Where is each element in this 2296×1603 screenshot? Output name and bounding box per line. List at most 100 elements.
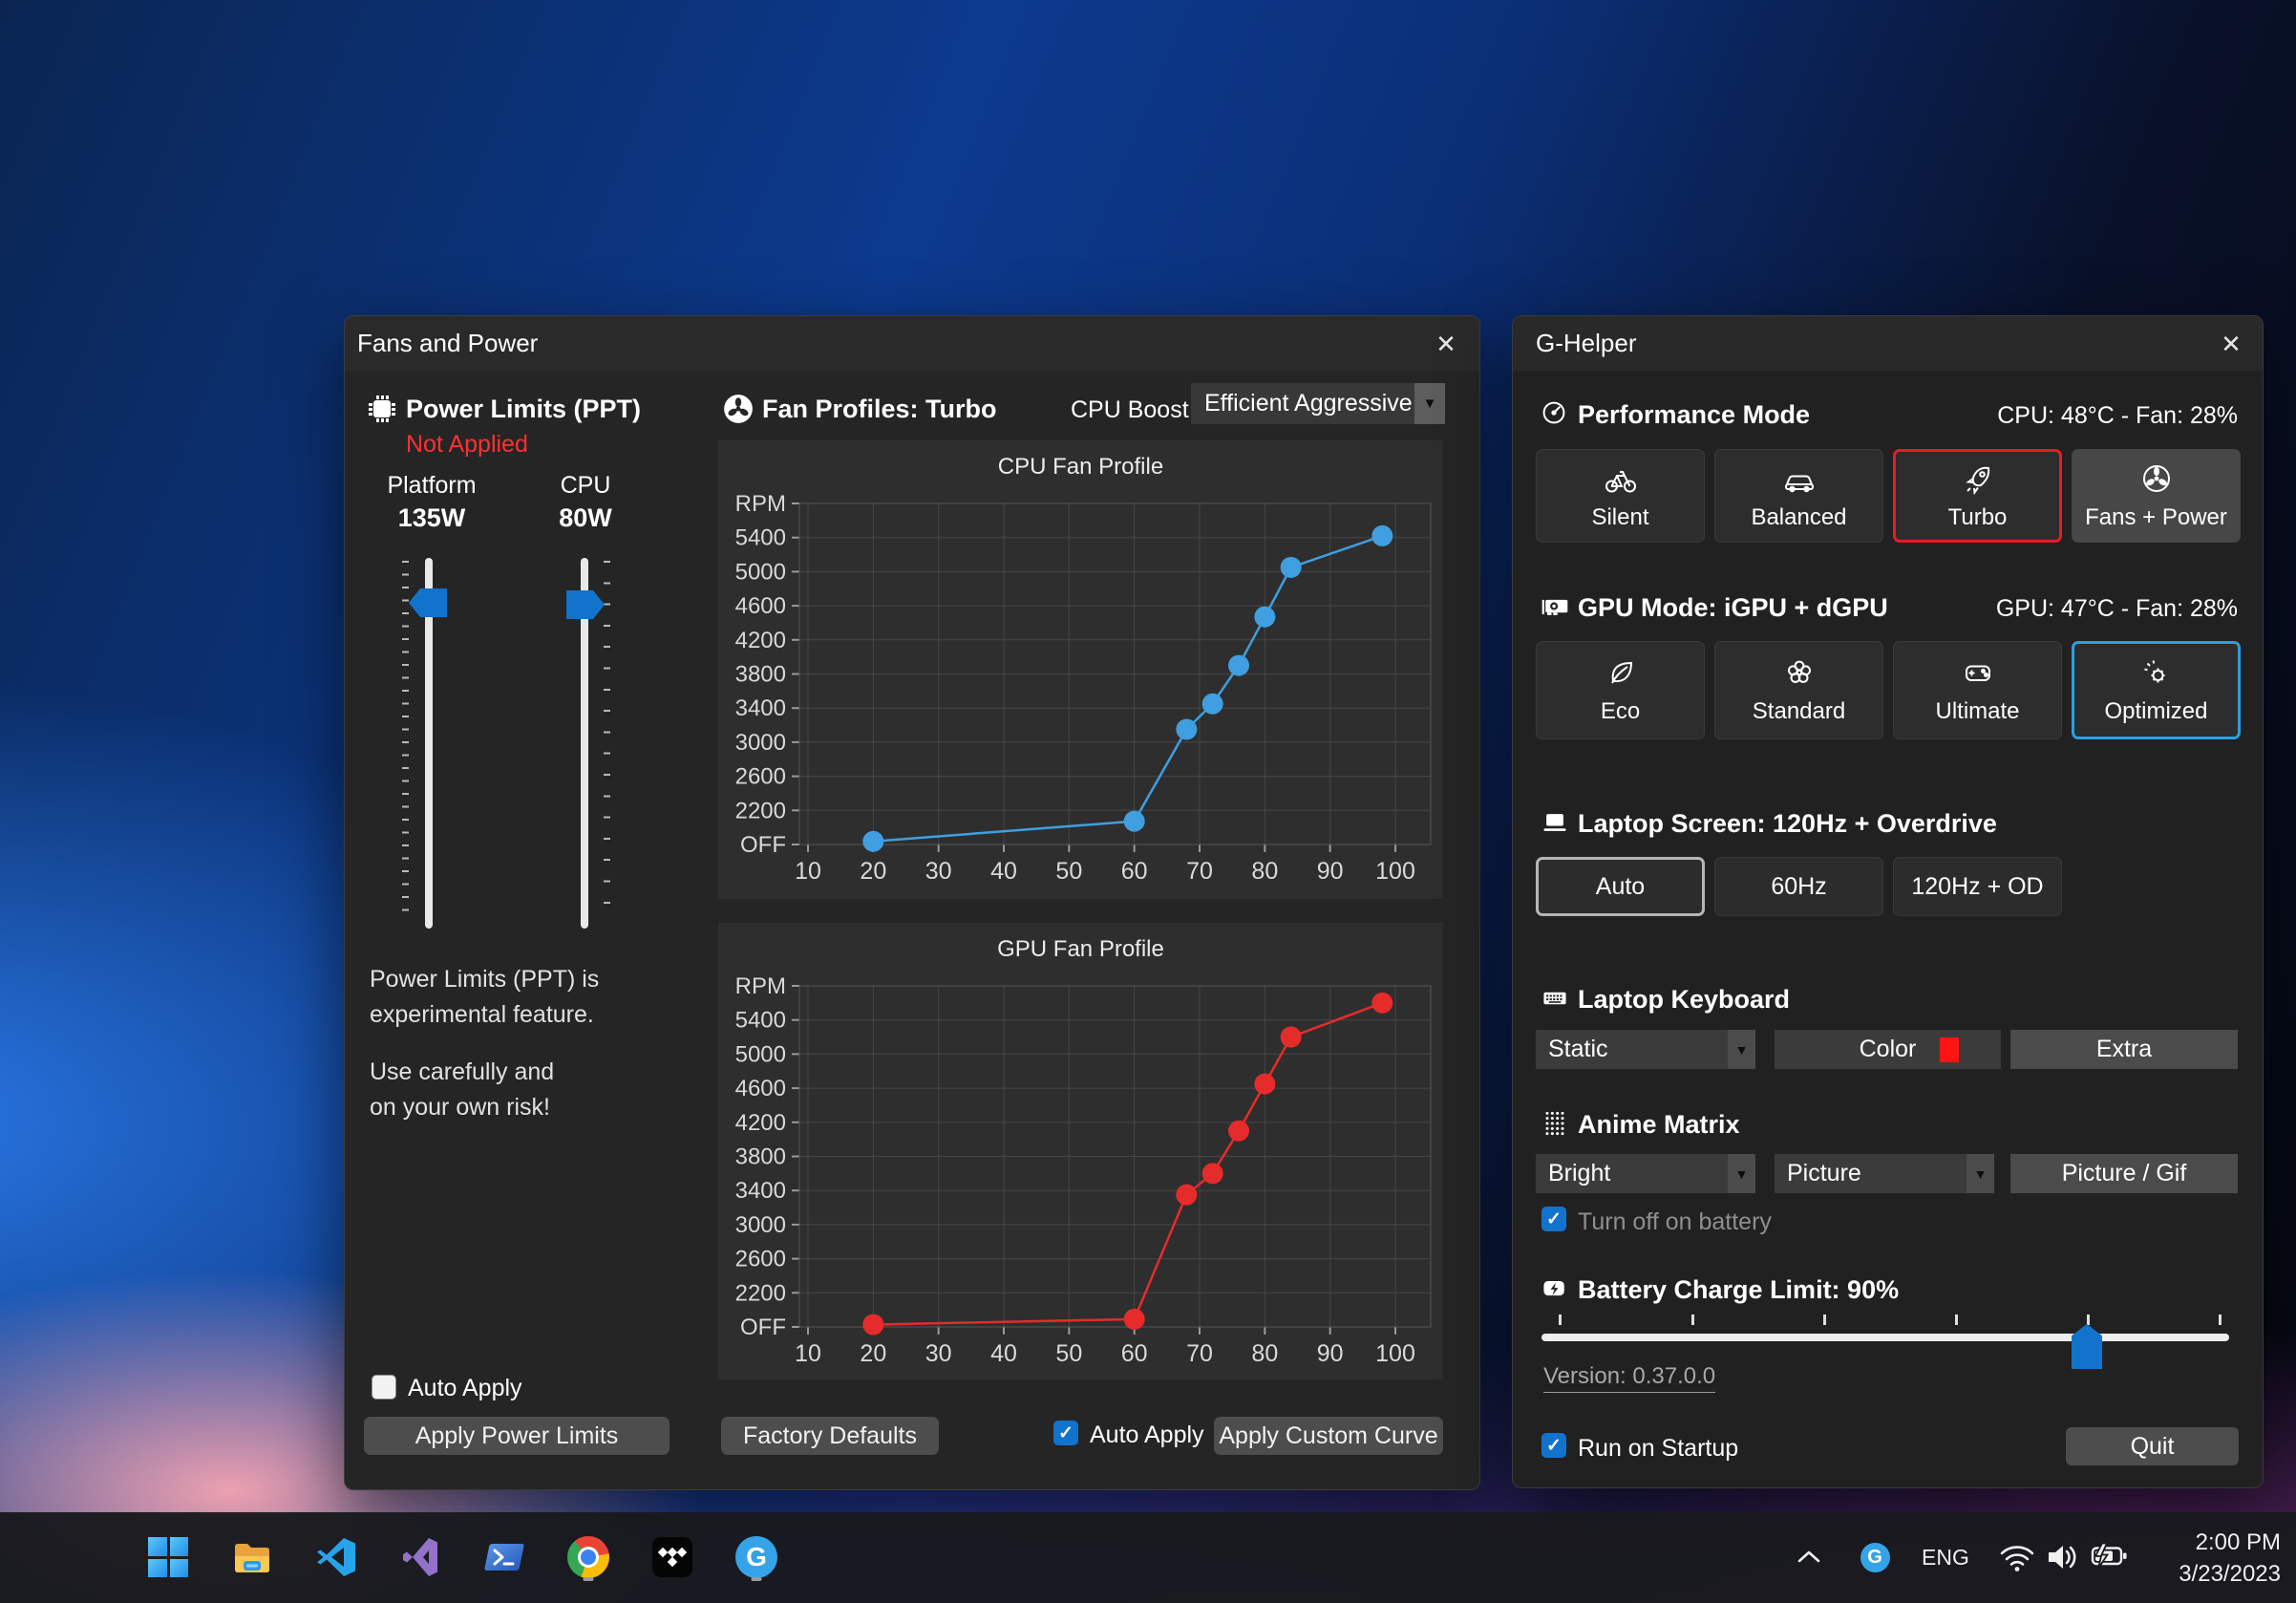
running-indicator [584, 1577, 594, 1581]
platform-slider-thumb[interactable] [409, 588, 447, 617]
laptop-screen-heading: Laptop Screen: 120Hz + Overdrive [1578, 809, 1997, 839]
gpu-chart-title: GPU Fan Profile [718, 936, 1443, 963]
gpu-mode-eco[interactable]: Eco [1536, 641, 1705, 739]
chevron-down-icon[interactable]: ▼ [1728, 1154, 1755, 1193]
svg-text:30: 30 [925, 1340, 952, 1367]
keyboard-color-button[interactable]: Color [1775, 1030, 2001, 1069]
color-button-label: Color [1860, 1036, 1917, 1063]
svg-text:OFF: OFF [740, 1314, 786, 1340]
svg-text:3400: 3400 [735, 695, 786, 721]
svg-text:4200: 4200 [735, 628, 786, 653]
cpu-fan-chart[interactable]: 102030405060708090100OFF2200260030003400… [718, 440, 1443, 899]
tidal-icon[interactable] [644, 1528, 701, 1586]
svg-text:60: 60 [1121, 1340, 1148, 1367]
svg-text:RPM: RPM [735, 973, 786, 999]
svg-text:90: 90 [1317, 1340, 1344, 1367]
svg-text:100: 100 [1375, 858, 1415, 885]
svg-text:3800: 3800 [735, 1144, 786, 1170]
battery-slider-track[interactable] [1541, 1334, 2229, 1341]
version-link[interactable]: Version: 0.37.0.0 [1543, 1363, 1715, 1393]
mode-label: Optimized [2104, 698, 2207, 725]
picture-gif-button[interactable]: Picture / Gif [2010, 1154, 2238, 1193]
gpu-mode-ultimate[interactable]: Ultimate [1893, 641, 2062, 739]
platform-value: 135W [370, 503, 494, 533]
chrome-icon[interactable] [560, 1528, 617, 1586]
chevron-down-icon[interactable]: ▼ [1414, 383, 1445, 424]
car-icon [1782, 461, 1817, 496]
cpu-boost-label: CPU Boost [1071, 396, 1183, 424]
svg-text:50: 50 [1055, 1340, 1082, 1367]
matrix-mode-value: Picture [1775, 1154, 1966, 1193]
svg-text:5400: 5400 [735, 1008, 786, 1034]
run-on-startup-checkbox[interactable]: ✓ [1541, 1433, 1566, 1458]
power-limits-warning: Power Limits (PPT) is experimental featu… [370, 962, 599, 1125]
apply-power-limits-button[interactable]: Apply Power Limits [364, 1417, 670, 1455]
run-on-startup-label: Run on Startup [1578, 1435, 1738, 1463]
close-icon[interactable]: ✕ [2215, 328, 2247, 360]
close-icon[interactable]: ✕ [1430, 328, 1462, 360]
file-explorer-icon[interactable] [223, 1528, 281, 1586]
flower-icon [1782, 655, 1817, 690]
perf-mode-balanced[interactable]: Balanced [1714, 449, 1883, 543]
svg-text:2600: 2600 [735, 764, 786, 790]
mode-label: Eco [1601, 698, 1640, 725]
chevron-down-icon[interactable]: ▼ [1966, 1154, 1994, 1193]
svg-text:3000: 3000 [735, 730, 786, 756]
turn-off-on-battery-label: Turn off on battery [1578, 1208, 1772, 1236]
battery-charging-icon[interactable] [2087, 1532, 2131, 1582]
chevron-down-icon[interactable]: ▼ [1728, 1030, 1755, 1069]
battery-slider-thumb[interactable] [2072, 1324, 2102, 1369]
visual-studio-icon[interactable] [392, 1528, 449, 1586]
language-indicator[interactable]: ENG [1922, 1512, 1969, 1603]
volume-icon[interactable] [2041, 1532, 2085, 1582]
gpu-mode-optimized[interactable]: Optimized [2072, 641, 2241, 739]
quit-button[interactable]: Quit [2066, 1427, 2239, 1465]
gpu-mode-standard[interactable]: Standard [1714, 641, 1883, 739]
vscode-icon[interactable] [308, 1528, 365, 1586]
factory-defaults-button[interactable]: Factory Defaults [721, 1417, 939, 1455]
cpu-boost-dropdown[interactable]: Efficient Aggressive ▼ [1191, 383, 1445, 424]
perf-mode-silent[interactable]: Silent [1536, 449, 1705, 543]
start-button[interactable] [139, 1528, 197, 1586]
svg-text:3800: 3800 [735, 662, 786, 688]
auto-apply-power-checkbox[interactable] [372, 1375, 396, 1400]
svg-text:4600: 4600 [735, 593, 786, 619]
auto-apply-curve-checkbox[interactable]: ✓ [1053, 1421, 1078, 1445]
svg-text:4600: 4600 [735, 1076, 786, 1101]
keyboard-backlight-dropdown[interactable]: Static ▼ [1536, 1030, 1755, 1069]
svg-text:80: 80 [1251, 858, 1278, 885]
fans-window-titlebar[interactable]: Fans and Power [345, 316, 1479, 371]
mode-label: Ultimate [1935, 698, 2019, 725]
ghelper-tray-icon[interactable]: G [1853, 1532, 1897, 1582]
ghelper-taskbar-icon[interactable]: G [728, 1528, 785, 1586]
svg-text:80: 80 [1251, 1340, 1278, 1367]
gpu-fan-chart[interactable]: 102030405060708090100OFF2200260030003400… [718, 923, 1443, 1379]
svg-text:10: 10 [795, 858, 821, 885]
perf-mode-turbo[interactable]: Turbo [1893, 449, 2062, 543]
screen-auto-button[interactable]: Auto [1536, 857, 1705, 916]
fans-power-button[interactable]: Fans + Power [2072, 449, 2241, 543]
taskbar-clock[interactable]: 2:00 PM 3/23/2023 [2179, 1512, 2281, 1603]
keyboard-extra-button[interactable]: Extra [2010, 1030, 2238, 1069]
ghelper-titlebar[interactable]: G-Helper [1513, 316, 2263, 371]
svg-text:2200: 2200 [735, 1280, 786, 1306]
screen-120hz-od-button[interactable]: 120Hz + OD [1893, 857, 2062, 916]
chevron-up-icon[interactable] [1787, 1532, 1831, 1582]
svg-text:2200: 2200 [735, 798, 786, 823]
turn-off-on-battery-checkbox[interactable]: ✓ [1541, 1207, 1566, 1231]
color-swatch [1940, 1037, 1959, 1062]
svg-text:40: 40 [990, 858, 1017, 885]
apply-custom-curve-button[interactable]: Apply Custom Curve [1214, 1417, 1443, 1455]
wifi-icon[interactable] [1995, 1532, 2039, 1582]
screen-60hz-button[interactable]: 60Hz [1714, 857, 1883, 916]
rocket-icon [1961, 461, 1995, 496]
svg-text:60: 60 [1121, 858, 1148, 885]
powershell-icon[interactable] [476, 1528, 533, 1586]
svg-text:70: 70 [1186, 1340, 1213, 1367]
matrix-brightness-dropdown[interactable]: Bright ▼ [1536, 1154, 1755, 1193]
cpu-slider-thumb[interactable] [566, 590, 605, 619]
fans-window-title: Fans and Power [357, 329, 538, 358]
svg-text:5400: 5400 [735, 525, 786, 551]
matrix-mode-dropdown[interactable]: Picture ▼ [1775, 1154, 1994, 1193]
chip-icon [366, 393, 398, 425]
